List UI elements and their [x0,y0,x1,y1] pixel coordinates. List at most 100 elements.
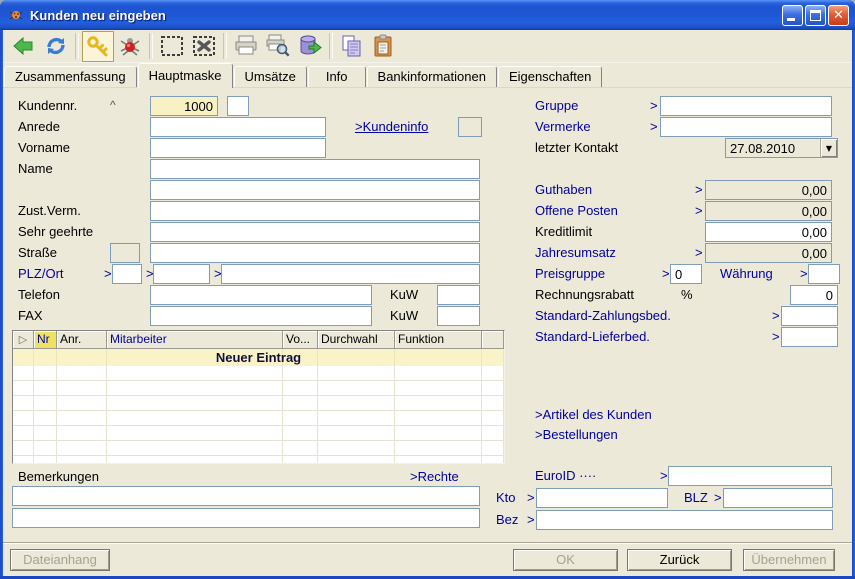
gruppe-selector[interactable]: > [650,96,658,116]
uebernehmen-button[interactable]: Übernehmen [743,549,835,571]
zustverm-label: Zust.Verm. [18,201,81,221]
blz-input[interactable] [723,488,833,508]
print-button[interactable] [230,31,262,62]
std-lieferbed-label[interactable]: Standard-Lieferbed. [535,327,650,347]
col-header-funktion[interactable]: Funktion [395,331,482,349]
col-header-vorname[interactable]: Vo... [283,331,318,349]
jahresumsatz-label[interactable]: Jahresumsatz [535,243,616,263]
paste-button[interactable] [368,31,400,62]
bez-label[interactable]: Bez [496,510,518,530]
std-zahlungsbed-label[interactable]: Standard-Zahlungsbed. [535,306,671,326]
fax-input[interactable] [150,306,372,326]
std-lieferbed-input[interactable] [781,327,838,347]
rechte-link[interactable]: >Rechte [410,467,459,487]
euroid-selector[interactable]: > [660,466,668,486]
kto-selector[interactable]: > [527,488,535,508]
new-entry-row[interactable]: Neuer Eintrag [13,349,504,366]
kto-label[interactable]: Kto [496,488,516,508]
kundennr-input[interactable] [150,96,218,116]
col-header-durchwahl[interactable]: Durchwahl [318,331,395,349]
zurueck-button[interactable]: Zurück [627,549,732,571]
copy-button[interactable] [336,31,368,62]
guthaben-selector[interactable]: > [695,180,703,200]
offene-posten-selector[interactable]: > [695,201,703,221]
plz-land-input[interactable] [112,264,142,284]
kto-input[interactable] [536,488,668,508]
col-header-anr[interactable]: Anr. [57,331,107,349]
plz-input[interactable] [153,264,210,284]
gruppe-input[interactable] [660,96,832,116]
tab-eigenschaften[interactable]: Eigenschaften [498,66,602,87]
preisgruppe-input[interactable] [670,264,702,284]
tab-umsaetze[interactable]: Umsätze [234,66,307,87]
tab-bankinformationen[interactable]: Bankinformationen [367,66,497,87]
letzter-kontakt-dropdown[interactable]: 27.08.2010 ▼ [725,138,838,158]
clear-selection-button[interactable] [188,31,220,62]
waehrung-input[interactable] [808,264,840,284]
zustverm-input[interactable] [150,201,480,221]
blz-label[interactable]: BLZ [684,488,708,508]
artikel-des-kunden-link[interactable]: >Artikel des Kunden [535,405,652,425]
bez-input[interactable] [536,510,833,530]
ort-input[interactable] [221,264,480,284]
refresh-button[interactable] [40,31,72,62]
anrede-input[interactable] [150,117,326,137]
col-header-mitarbeiter[interactable]: Mitarbeiter [107,331,283,349]
blz-selector[interactable]: > [714,488,722,508]
kreditlimit-input[interactable] [705,222,832,242]
vermerke-selector[interactable]: > [650,117,658,137]
std-zahlungsbed-input[interactable] [781,306,838,326]
strasse-input[interactable] [150,243,480,263]
vermerke-input[interactable] [660,117,832,137]
kundennr-suffix-input[interactable] [227,96,249,116]
toolbar [3,30,852,63]
ok-button[interactable]: OK [513,549,618,571]
preisgruppe-label[interactable]: Preisgruppe [535,264,605,284]
selection-button[interactable] [156,31,188,62]
name2-input[interactable] [150,180,480,200]
guthaben-field [705,180,832,200]
guthaben-label[interactable]: Guthaben [535,180,592,200]
telefon-input[interactable] [150,285,372,305]
vermerke-label[interactable]: Vermerke [535,117,591,137]
close-button[interactable]: ✕ [828,5,849,26]
preisgruppe-selector[interactable]: > [662,264,670,284]
std-lieferbed-selector[interactable]: > [772,327,780,347]
tab-hauptmaske[interactable]: Hauptmaske [138,63,233,88]
euroid-input[interactable] [668,466,832,486]
offene-posten-label[interactable]: Offene Posten [535,201,618,221]
sehrgeehrte-input[interactable] [150,222,480,242]
maximize-button[interactable] [805,5,826,26]
col-header-nr[interactable]: Nr [34,331,57,349]
vorname-label: Vorname [18,138,70,158]
fax-kuw-input[interactable] [437,306,480,326]
db-export-button[interactable] [294,31,326,62]
name-input[interactable] [150,159,480,179]
rechnungsrabatt-input[interactable] [790,285,838,305]
plzort-label[interactable]: PLZ/Ort [18,264,64,284]
waehrung-selector[interactable]: > [800,264,808,284]
jahresumsatz-selector[interactable]: > [695,243,703,263]
plz-selector[interactable]: > [104,264,112,284]
dropdown-arrow-icon[interactable]: ▼ [820,139,837,157]
gruppe-label[interactable]: Gruppe [535,96,578,116]
minimize-button[interactable] [782,5,803,26]
anrede-label: Anrede [18,117,60,137]
print-preview-button[interactable] [262,31,294,62]
bemerkungen-input-1[interactable] [12,486,480,506]
spider-button[interactable] [114,31,146,62]
std-zahlungsbed-selector[interactable]: > [772,306,780,326]
back-button[interactable] [8,31,40,62]
waehrung-label[interactable]: Währung [720,264,773,284]
tab-info[interactable]: Info [308,66,366,87]
key-button[interactable] [82,31,114,62]
bestellungen-link[interactable]: >Bestellungen [535,425,618,445]
bemerkungen-input-2[interactable] [12,508,480,528]
dateianhang-button[interactable]: Dateianhang [10,549,110,571]
euroid-label[interactable]: EuroID ···· [535,466,596,486]
telefon-kuw-input[interactable] [437,285,480,305]
vorname-input[interactable] [150,138,326,158]
tab-zusammenfassung[interactable]: Zusammenfassung [4,66,137,87]
kundeninfo-link[interactable]: >Kundeninfo [355,117,428,137]
bez-selector[interactable]: > [527,510,535,530]
